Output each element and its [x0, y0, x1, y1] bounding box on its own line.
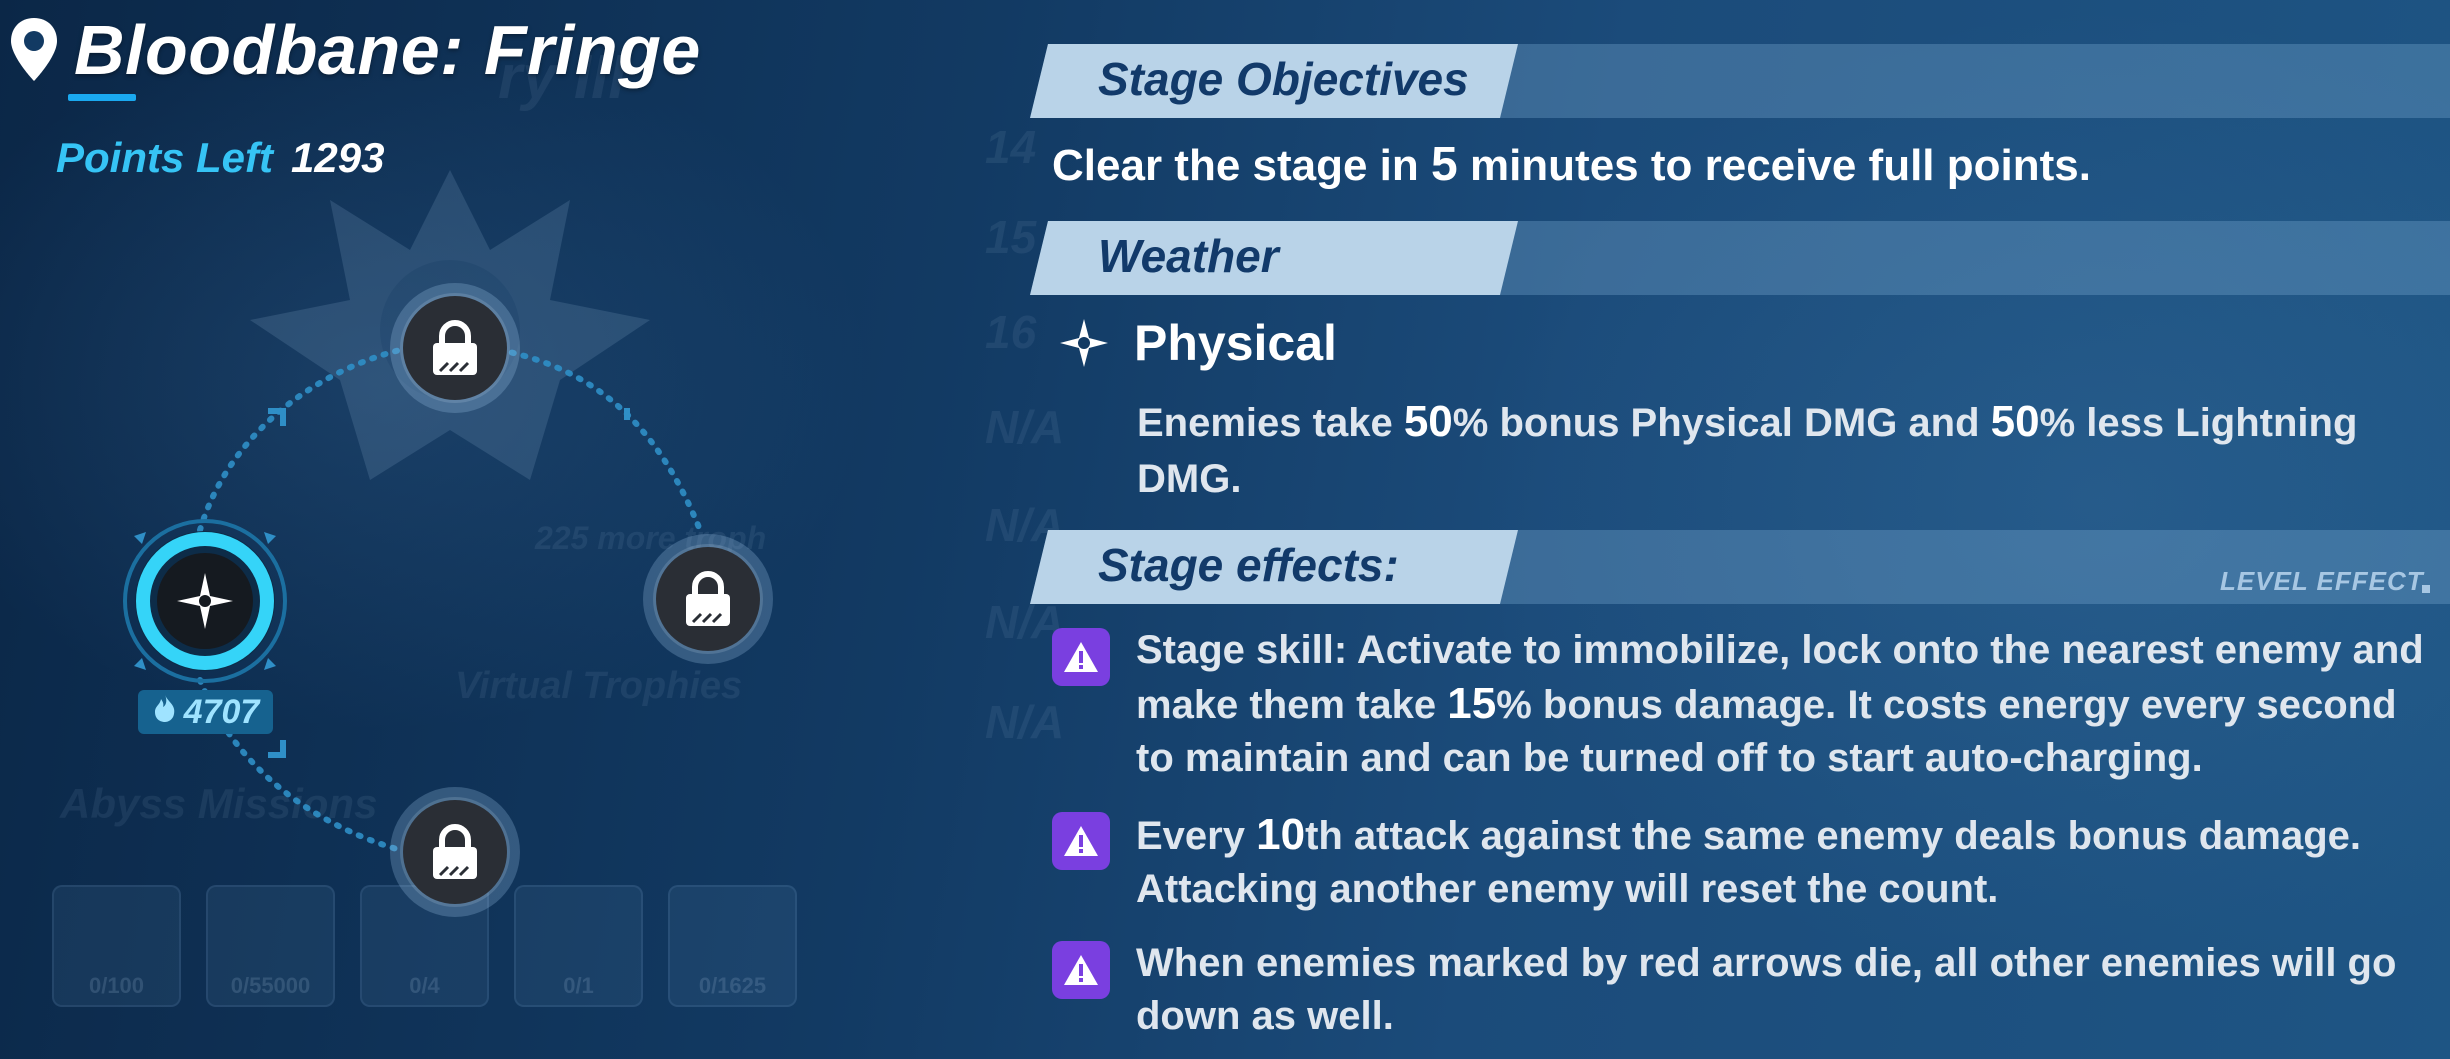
lock-icon	[433, 320, 477, 375]
stage-effect-item: Stage skill: Activate to immobilize, loc…	[1052, 624, 2432, 785]
active-stage-node[interactable]	[122, 518, 288, 684]
objective-minutes: 5	[1431, 138, 1458, 191]
lock-icon	[433, 824, 477, 879]
weather-description: Enemies take 50% bonus Physical DMG and …	[1137, 397, 2358, 501]
weather-header: Weather	[1018, 221, 2450, 295]
stage-effect-item: Every 10th attack against the same enemy…	[1052, 808, 2432, 916]
stage-effect-text: Stage skill: Activate to immobilize, loc…	[1136, 628, 2424, 780]
stage-score-badge: 4707	[138, 690, 273, 734]
weather-name: Physical	[1134, 315, 1337, 371]
lock-icon	[686, 571, 730, 626]
warning-icon	[1052, 812, 1110, 870]
stage-effect-text: When enemies marked by red arrows die, a…	[1136, 941, 2397, 1038]
stage-objectives-title: Stage Objectives	[1098, 53, 1469, 105]
stage-effect-text: Every 10th attack against the same enemy…	[1136, 810, 2361, 911]
objective-text: Clear the stage in 5 minutes to receive …	[1052, 138, 2091, 191]
warning-icon	[1052, 628, 1110, 686]
row-faded: 14	[985, 121, 1037, 173]
flame-icon	[152, 693, 178, 732]
row-faded: N/A	[985, 401, 1065, 453]
stage-score-value: 4707	[183, 692, 260, 731]
stage-effect-item: When enemies marked by red arrows die, a…	[1052, 937, 2432, 1043]
weather-title: Weather	[1098, 230, 1279, 282]
weather-type: Physical	[1058, 314, 1337, 372]
locked-stage-node[interactable]	[390, 787, 520, 917]
stage-objectives-header: Stage Objectives	[1018, 44, 2450, 118]
physical-element-icon	[1060, 319, 1108, 367]
locked-stage-node[interactable]	[643, 534, 773, 664]
row-faded: 16	[985, 306, 1037, 358]
level-effect-dot	[2422, 585, 2430, 593]
locked-stage-node[interactable]	[390, 283, 520, 413]
stage-effects-title: Stage effects:	[1098, 539, 1399, 591]
warning-icon	[1052, 941, 1110, 999]
level-effect-label: LEVEL EFFECT	[2220, 566, 2424, 596]
